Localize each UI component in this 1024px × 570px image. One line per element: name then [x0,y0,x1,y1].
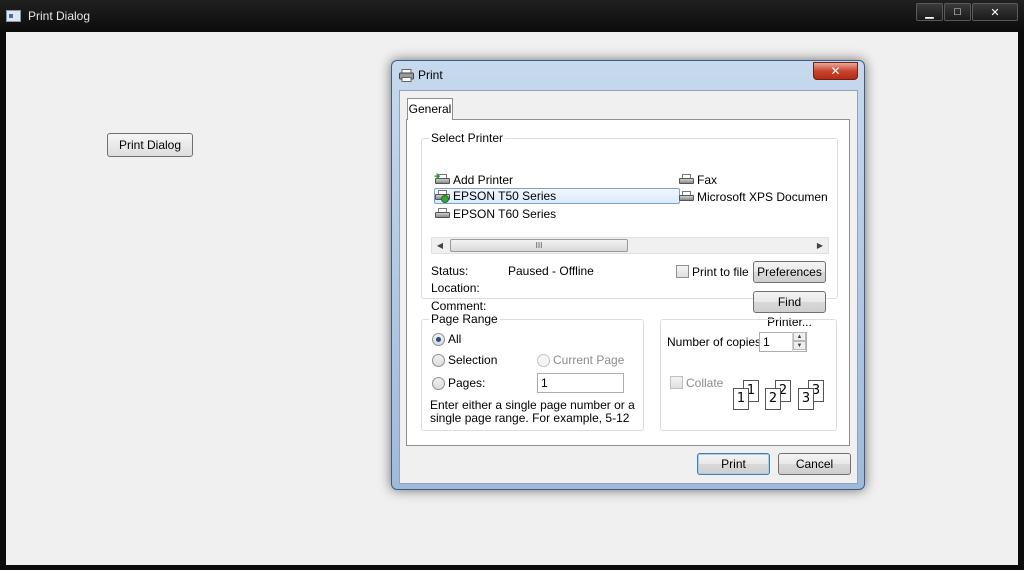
printer-default-icon [435,190,450,203]
all-radio[interactable] [432,333,445,346]
pages-radio[interactable] [432,377,445,390]
window-title: Print Dialog [28,9,91,23]
print-button[interactable]: Print [697,453,770,475]
close-button[interactable]: ✕ [972,3,1018,21]
current-page-label: Current Page [553,353,625,367]
collate-sheet: 2 [765,388,781,410]
maximize-button[interactable]: □ [944,3,971,21]
print-to-file-label: Print to file [692,265,749,279]
pages-label: Pages: [448,376,486,390]
printer-list[interactable]: + Add Printer EPSON T50 Series EPSON T60… [434,169,833,237]
page-range-hint: Enter either a single page number or a s… [430,398,635,425]
printer-item-epson-t50[interactable]: EPSON T50 Series [434,188,680,204]
page-range-group: Page Range All Selection Current Page Pa… [421,312,644,431]
collate-checkbox[interactable] [670,376,683,389]
printer-item-microsoft-xps[interactable]: Microsoft XPS Documen [679,189,829,205]
collate-sheet: 1 [733,388,749,410]
printer-icon [679,191,694,203]
preferences-button[interactable]: Preferences [753,261,826,283]
copies-group: Number of copies: 1 ▲ ▼ Collate 1 1 2 2 … [660,319,837,431]
print-dialog-button[interactable]: Print Dialog [107,133,193,157]
spin-down-icon[interactable]: ▼ [793,341,806,350]
dialog-body: General Select Printer + Add Printer EPS… [399,90,858,484]
select-printer-group: Select Printer + Add Printer EPSON T50 S… [421,131,838,329]
printer-item-epson-t60[interactable]: EPSON T60 Series [435,206,556,222]
page-range-legend: Page Range [429,312,500,326]
spin-up-icon[interactable]: ▲ [793,332,806,341]
printer-name: Add Printer [453,173,514,187]
printer-icon [399,69,414,82]
selection-radio[interactable] [432,354,445,367]
status-value: Paused - Offline [508,264,594,278]
select-printer-legend: Select Printer [429,131,506,145]
minimize-button[interactable]: ▁ [916,3,943,21]
cancel-button[interactable]: Cancel [778,453,851,475]
copies-spinner[interactable]: ▲ ▼ [792,332,806,352]
window-controls: ▁ □ ✕ [916,3,1018,21]
collate-label: Collate [686,376,724,390]
window-titlebar: Print Dialog ▁ □ ✕ [0,0,1024,32]
selection-label: Selection [448,353,498,367]
collate-sheet: 3 [798,388,814,410]
comment-label: Comment: [431,299,487,313]
dialog-close-button[interactable]: ✕ [813,62,858,80]
printer-name: EPSON T60 Series [453,207,557,221]
location-label: Location: [431,281,480,295]
find-printer-button[interactable]: Find Printer... [753,291,826,329]
app-icon [6,10,21,22]
print-dialog: Print ✕ General Select Printer + Add Pri… [391,60,865,490]
scroll-thumb[interactable]: III [450,239,628,252]
printer-icon [435,208,450,220]
printer-list-scrollbar[interactable]: ◀ III ▶ [431,237,829,254]
print-to-file-checkbox[interactable] [676,265,689,278]
printer-item-add-printer[interactable]: + Add Printer [434,172,514,188]
tab-general[interactable]: General [407,98,453,120]
number-of-copies-label: Number of copies: [667,335,765,349]
dialog-title: Print [418,68,443,82]
add-printer-icon: + [434,172,450,186]
fax-icon [679,174,694,186]
status-label: Status: [431,264,469,278]
printer-name: EPSON T50 Series [453,189,557,203]
printer-item-fax[interactable]: Fax [679,172,717,188]
tab-panel-general: Select Printer + Add Printer EPSON T50 S… [406,119,850,446]
pages-input[interactable]: 1 [537,373,624,393]
scroll-right-icon[interactable]: ▶ [812,238,828,253]
printer-name: Fax [697,173,718,187]
all-label: All [448,332,462,346]
scroll-left-icon[interactable]: ◀ [432,238,448,253]
current-page-radio[interactable] [537,354,550,367]
printer-name: Microsoft XPS Documen [697,190,828,204]
